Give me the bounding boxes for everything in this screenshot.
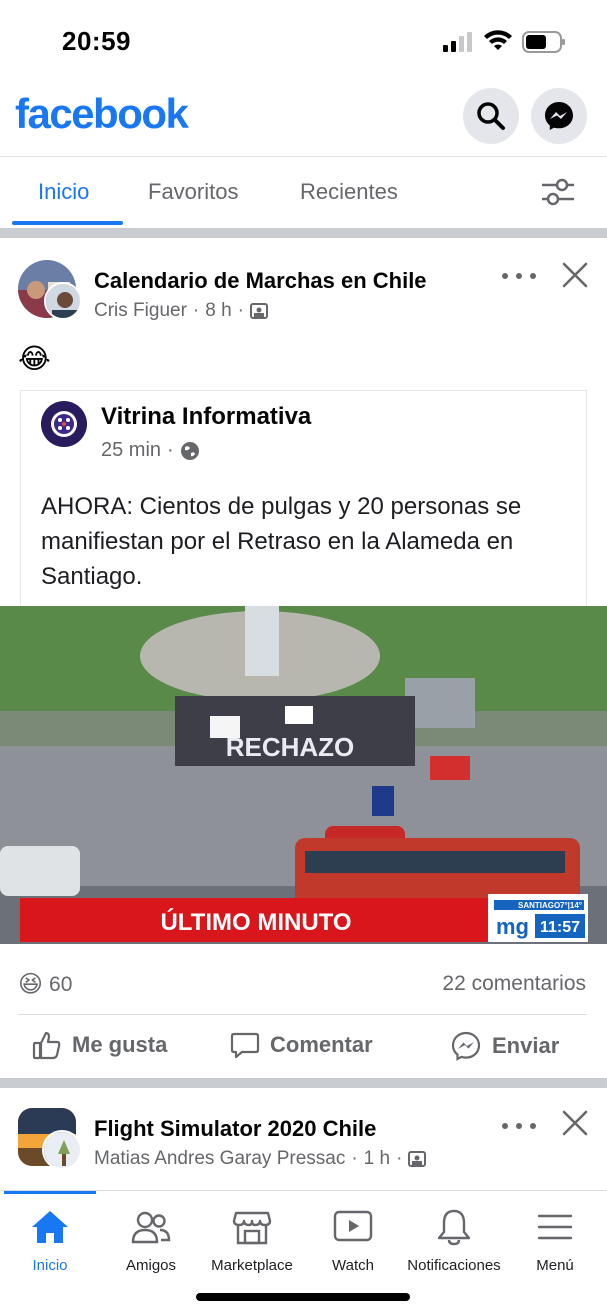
post-group-name[interactable]: Flight Simulator 2020 Chile <box>94 1116 376 1142</box>
nav-marketplace[interactable]: Marketplace <box>202 1191 302 1281</box>
messenger-send-icon <box>451 1031 481 1061</box>
reaction-count: 60 <box>49 972 73 996</box>
post-group-name[interactable]: Calendario de Marchas en Chile <box>94 268 427 294</box>
comments-count[interactable]: 22 comentarios <box>442 972 586 996</box>
meta-separator-dot: · <box>351 1148 358 1169</box>
send-button[interactable]: Enviar <box>450 1030 559 1062</box>
post-more-options-button[interactable] <box>502 266 536 286</box>
tab-recientes[interactable]: Recientes <box>300 179 398 205</box>
shared-post-text: AHORA: Cientos de pulgas y 20 personas s… <box>41 493 522 590</box>
battery-icon <box>522 31 565 53</box>
active-tab-indicator <box>12 221 123 225</box>
channel-clock: 11:57 <box>540 919 580 936</box>
home-indicator <box>196 1293 410 1301</box>
post-more-options-button[interactable] <box>502 1116 536 1136</box>
status-time: 20:59 <box>62 26 131 56</box>
group-audience-icon <box>249 303 268 319</box>
action-divider <box>18 1014 587 1015</box>
nav-label: Watch <box>332 1257 374 1274</box>
nav-label: Menú <box>536 1257 574 1274</box>
bell-icon <box>437 1209 471 1246</box>
menu-icon <box>537 1214 573 1240</box>
channel-temp: 7°|14° <box>560 901 582 910</box>
nav-amigos[interactable]: Amigos <box>101 1191 201 1281</box>
post-time[interactable]: 1 h <box>364 1148 390 1170</box>
nav-label: Inicio <box>32 1257 68 1274</box>
post-author[interactable]: Cris Figuer <box>94 300 187 322</box>
nav-label: Marketplace <box>211 1257 293 1274</box>
shared-time[interactable]: 25 min <box>101 439 161 462</box>
post-caption: 😂 <box>18 343 51 374</box>
post-image[interactable]: RECHAZO ÚLTIMO MINUTO SANTIAGO 7°|14° mg… <box>0 606 607 944</box>
comment-label: Comentar <box>270 1032 373 1057</box>
messenger-icon <box>545 102 573 130</box>
filter-icon[interactable] <box>540 177 576 207</box>
search-button[interactable] <box>463 88 519 144</box>
like-label: Me gusta <box>72 1032 168 1057</box>
shared-meta: 25 min · <box>101 439 200 462</box>
nav-menu[interactable]: Menú <box>505 1191 605 1281</box>
feed-tabs: Inicio Favoritos Recientes <box>0 156 607 226</box>
meta-separator-dot: · <box>396 1148 403 1169</box>
send-label: Enviar <box>492 1033 560 1058</box>
nav-label: Amigos <box>125 1257 177 1274</box>
post-meta: Matias Andres Garay Pressac · 1 h · <box>94 1148 427 1170</box>
shared-page-name[interactable]: Vitrina Informativa <box>101 403 311 431</box>
messenger-button[interactable] <box>531 88 587 144</box>
search-icon <box>477 102 505 130</box>
meta-separator-dot: · <box>192 300 200 321</box>
haha-reaction-icon: 😆 <box>18 971 44 998</box>
nav-label: Notificaciones <box>407 1257 501 1274</box>
protest-sign-text: RECHAZO <box>226 732 355 762</box>
feed-separator <box>0 1078 607 1088</box>
thumbs-up-icon <box>32 1031 61 1060</box>
post-meta: Cris Figuer · 8 h · <box>94 300 268 322</box>
feed-post: Flight Simulator 2020 Chile Matias Andre… <box>0 1088 607 1190</box>
nav-notificaciones[interactable]: Notificaciones <box>404 1191 504 1281</box>
marketplace-icon <box>232 1211 272 1245</box>
channel-logo: mg <box>496 914 529 939</box>
reaction-summary[interactable]: 😆 60 <box>18 970 72 999</box>
nav-inicio[interactable]: Inicio <box>0 1191 100 1281</box>
nav-watch[interactable]: Watch <box>303 1191 403 1281</box>
post-author[interactable]: Matias Andres Garay Pressac <box>94 1148 345 1170</box>
shared-post[interactable]: Vitrina Informativa 25 min · AHORA: Cien… <box>20 390 587 606</box>
home-icon <box>32 1211 68 1243</box>
close-icon[interactable] <box>560 1108 590 1138</box>
globe-icon <box>180 441 199 460</box>
breaking-news-banner: ÚLTIMO MINUTO <box>160 908 351 936</box>
author-avatar[interactable] <box>42 1130 82 1170</box>
feed-separator <box>0 228 607 238</box>
watch-icon <box>333 1210 373 1242</box>
meta-separator-dot: · <box>237 300 244 321</box>
channel-location: SANTIAGO <box>518 901 560 910</box>
friends-icon <box>131 1211 171 1244</box>
like-button[interactable]: Me gusta <box>32 1030 167 1060</box>
close-icon[interactable] <box>560 260 590 290</box>
group-audience-icon <box>408 1151 427 1167</box>
meta-separator-dot: · <box>167 439 174 461</box>
tab-favoritos[interactable]: Favoritos <box>148 179 238 205</box>
post-time[interactable]: 8 h <box>205 300 231 322</box>
cellular-signal-icon <box>443 32 472 52</box>
facebook-logo[interactable]: facebook <box>15 90 189 138</box>
comment-button[interactable]: Comentar <box>230 1030 373 1060</box>
wifi-icon <box>484 30 512 50</box>
author-avatar[interactable] <box>44 282 82 320</box>
status-bar: 20:59 <box>0 0 607 80</box>
page-avatar[interactable] <box>41 401 87 447</box>
app-header: facebook <box>0 80 607 156</box>
comment-icon <box>230 1032 260 1059</box>
tab-inicio[interactable]: Inicio <box>38 179 89 205</box>
